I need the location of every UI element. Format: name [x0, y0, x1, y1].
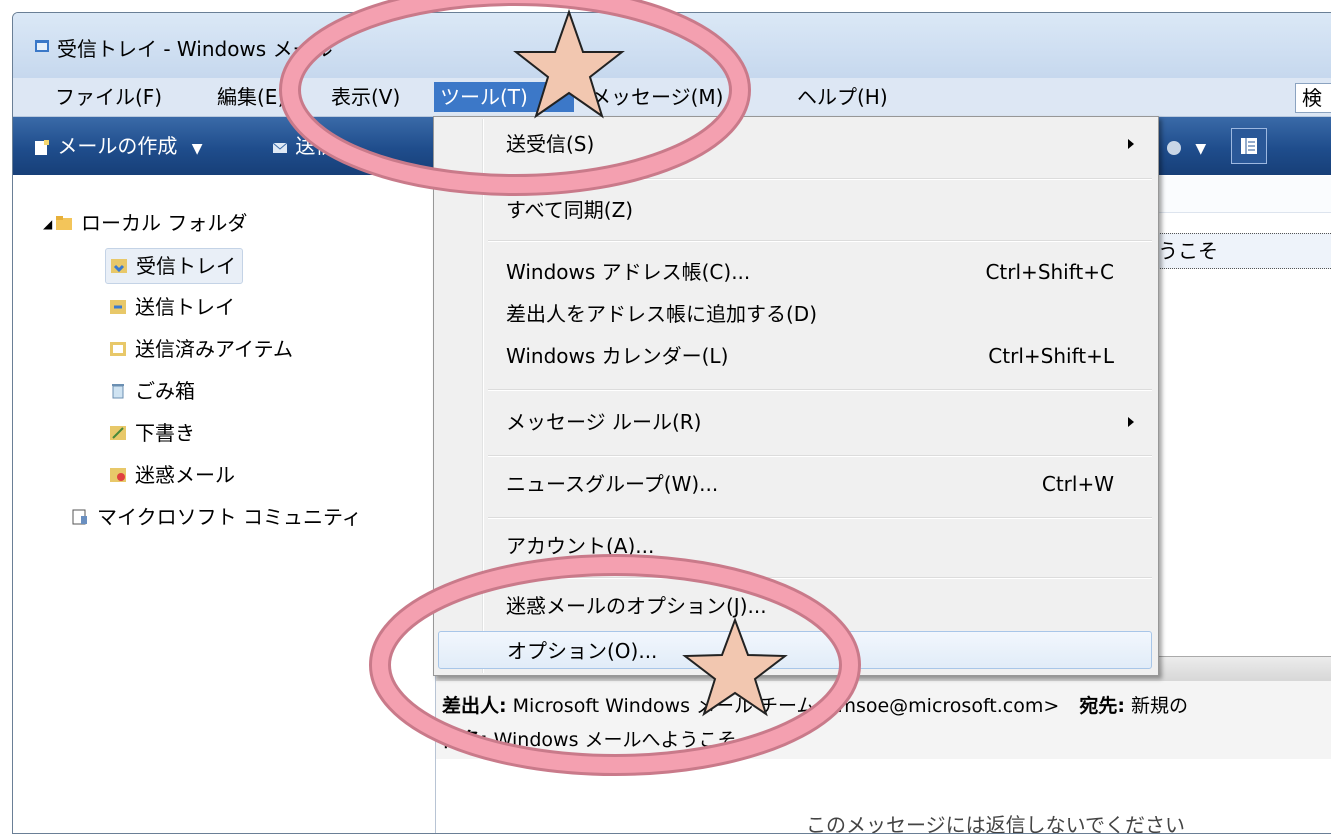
- menu-item-label: 迷惑メールのオプション(J)...: [506, 594, 767, 618]
- layout-toggle-button[interactable]: [1231, 128, 1267, 164]
- dropdown-arrow-icon[interactable]: ▼: [192, 141, 203, 157]
- menu-item-newsgroups[interactable]: ニュースグループ(W)... Ctrl+W: [438, 465, 1154, 503]
- mail-app-icon: [35, 40, 49, 52]
- subject-value: Windows メールへようこそ: [493, 729, 737, 751]
- menu-item-label: オプション(O)...: [507, 639, 658, 663]
- menu-item-calendar[interactable]: Windows カレンダー(L) Ctrl+Shift+L: [438, 337, 1154, 375]
- drafts-icon: [110, 426, 126, 440]
- tree-item-junk-mail[interactable]: 迷惑メール: [109, 458, 235, 492]
- preview-body-text: このメッセージには返信しないでください: [806, 813, 1185, 834]
- menu-item-junk-options[interactable]: 迷惑メールのオプション(J)...: [438, 587, 1154, 625]
- outbox-icon: [110, 300, 126, 314]
- menu-item-label: 差出人をアドレス帳に追加する(D): [506, 302, 818, 326]
- sent-items-icon: [110, 342, 126, 356]
- menu-file[interactable]: ファイル(F): [49, 82, 168, 112]
- preview-from-line: 差出人: Microsoft Windows メール チーム <msoe@mic…: [442, 691, 1188, 718]
- tree-item-drafts[interactable]: 下書き: [109, 416, 195, 450]
- to-label: 宛先:: [1079, 695, 1125, 717]
- inbox-icon: [111, 259, 127, 273]
- menu-separator: [488, 517, 1152, 519]
- tree-item-label: 受信トレイ: [136, 254, 236, 278]
- folder-tree: ◢ ローカル フォルダ 受信トレイ 送信トレイ 送信済みアイテム ごみ箱 下書き…: [13, 176, 433, 833]
- menu-item-label: メッセージ ルール(R): [506, 410, 702, 434]
- menu-item-label: Windows アドレス帳(C)...: [506, 260, 751, 284]
- folder-icon: [56, 216, 72, 230]
- menu-view[interactable]: 表示(V): [325, 82, 406, 112]
- menu-item-address-book[interactable]: Windows アドレス帳(C)... Ctrl+Shift+C: [438, 253, 1154, 291]
- menu-item-shortcut: Ctrl+W: [1041, 472, 1114, 496]
- send-receive-button[interactable]: 送信: [271, 131, 335, 161]
- menu-help[interactable]: ヘルプ(H): [791, 82, 894, 112]
- menu-message[interactable]: メッセージ(M): [585, 82, 729, 112]
- collapse-icon[interactable]: ◢: [43, 207, 52, 241]
- tree-item-label: 迷惑メール: [135, 463, 235, 487]
- menu-item-add-sender[interactable]: 差出人をアドレス帳に追加する(D): [438, 295, 1154, 333]
- send-receive-label: 送信: [295, 134, 336, 158]
- menu-separator: [488, 178, 1152, 180]
- menu-item-send-receive[interactable]: 送受信(S): [438, 125, 1154, 163]
- view-icon: [1167, 140, 1181, 155]
- menu-item-options[interactable]: オプション(O)...: [438, 631, 1152, 669]
- tree-item-label: ごみ箱: [135, 379, 195, 403]
- layout-icon: [1241, 138, 1257, 154]
- tree-item-label: ローカル フォルダ: [81, 211, 248, 235]
- from-value: Microsoft Windows メール チーム <msoe@microsof…: [512, 695, 1060, 717]
- menu-separator: [488, 577, 1152, 579]
- menu-item-label: 送受信(S): [506, 132, 595, 156]
- send-receive-icon: [272, 142, 288, 153]
- tree-item-community[interactable]: マイクロソフト コミュニティ: [71, 500, 362, 534]
- menu-item-label: ニュースグループ(W)...: [506, 472, 719, 496]
- junk-mail-icon: [110, 468, 126, 482]
- tree-item-sent-items[interactable]: 送信済みアイテム: [109, 332, 293, 366]
- tree-item-outbox[interactable]: 送信トレイ: [109, 290, 235, 324]
- menu-item-shortcut: Ctrl+Shift+C: [985, 260, 1114, 284]
- window-title: 受信トレイ - Windows メール: [57, 37, 333, 61]
- tree-item-inbox[interactable]: 受信トレイ: [105, 248, 243, 284]
- menu-item-accounts[interactable]: アカウント(A)...: [438, 527, 1154, 565]
- compose-mail-label: メールの作成: [57, 134, 178, 158]
- search-input[interactable]: 検: [1295, 83, 1331, 113]
- menu-item-shortcut: Ctrl+Shift+L: [988, 344, 1114, 368]
- preview-body: このメッセージには返信しないでください: [436, 759, 1331, 833]
- from-label: 差出人:: [442, 695, 507, 717]
- preview-header: 差出人: Microsoft Windows メール チーム <msoe@mic…: [436, 681, 1331, 760]
- menu-item-label: すべて同期(Z): [506, 198, 634, 222]
- dropdown-arrow-icon[interactable]: ▼: [1195, 141, 1206, 157]
- to-value: 新規の: [1131, 695, 1189, 717]
- tree-item-local-folders[interactable]: ◢ ローカル フォルダ: [43, 206, 248, 240]
- preview-subject-line: 件名: Windows メールへようこそ: [442, 725, 737, 752]
- compose-mail-button[interactable]: メールの作成 ▼: [33, 131, 203, 161]
- menu-item-sync-all[interactable]: すべて同期(Z): [438, 191, 1154, 229]
- tools-dropdown-menu: 送受信(S) すべて同期(Z) Windows アドレス帳(C)... Ctrl…: [433, 116, 1159, 676]
- menu-separator: [488, 389, 1152, 391]
- message-subject: うこそ: [1158, 239, 1218, 263]
- tree-item-deleted-items[interactable]: ごみ箱: [109, 374, 195, 408]
- trash-icon: [112, 384, 124, 399]
- menu-separator: [488, 455, 1152, 457]
- title-bar: 受信トレイ - Windows メール: [13, 13, 1331, 78]
- new-mail-icon: [35, 139, 49, 155]
- menu-edit[interactable]: 編集(E): [211, 82, 291, 112]
- tree-item-label: マイクロソフト コミュニティ: [97, 505, 362, 529]
- tree-item-label: 送信済みアイテム: [135, 337, 293, 361]
- submenu-arrow-icon: [1128, 139, 1134, 149]
- menu-separator: [488, 240, 1152, 242]
- newsgroup-icon: [72, 509, 87, 525]
- subject-label: 件名:: [442, 729, 488, 751]
- menu-item-label: Windows カレンダー(L): [506, 344, 729, 368]
- menu-tools[interactable]: ツール(T): [434, 82, 574, 112]
- view-options-button[interactable]: ▼: [1165, 131, 1206, 161]
- tree-item-label: 下書き: [135, 421, 195, 445]
- menu-item-message-rules[interactable]: メッセージ ルール(R): [438, 403, 1154, 441]
- menu-bar: ファイル(F) 編集(E) 表示(V) ツール(T) メッセージ(M) ヘルプ(…: [13, 78, 1331, 117]
- tree-item-label: 送信トレイ: [135, 295, 235, 319]
- submenu-arrow-icon: [1128, 417, 1134, 427]
- menu-item-label: アカウント(A)...: [506, 534, 655, 558]
